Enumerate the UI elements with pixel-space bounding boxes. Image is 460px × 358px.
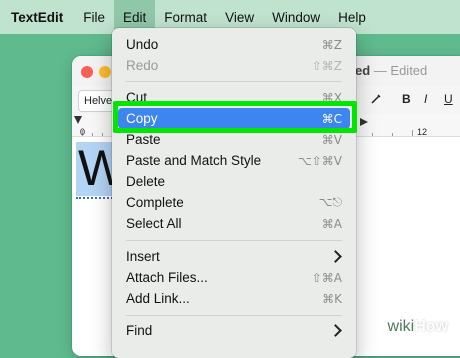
menu-item-label: Undo <box>126 37 159 52</box>
menu-file[interactable]: File <box>74 0 114 34</box>
copy-highlight-box <box>113 101 357 133</box>
menu-item-attach-files[interactable]: Attach Files... ⇧⌘A <box>118 267 350 288</box>
menu-item-paste-and-match-style[interactable]: Paste and Match Style ⌥⇧⌘V <box>118 150 350 171</box>
ruler-tick <box>102 133 103 136</box>
close-window-button[interactable] <box>81 66 93 78</box>
menu-item-shortcut: ⌘A <box>321 216 342 231</box>
menu-item-shortcut: ⇧⌘A <box>311 270 342 285</box>
menu-item-delete[interactable]: Delete <box>118 171 350 192</box>
menu-item-add-link[interactable]: Add Link... ⌘K <box>118 288 350 309</box>
chevron-right-icon <box>329 324 342 337</box>
watermark-how: How <box>414 318 448 335</box>
menu-item-label: Redo <box>126 58 159 73</box>
menu-item-shortcut: ⌥⎋ <box>318 195 342 209</box>
underline-button[interactable]: U <box>444 92 453 106</box>
menu-item-shortcut: ⌥⇧⌘V <box>297 153 342 168</box>
window-title-edited: — Edited <box>373 63 428 78</box>
window-title: ed — Edited <box>355 63 427 78</box>
menu-item-redo: Redo ⇧⌘Z <box>118 55 350 76</box>
menu-item-insert[interactable]: Insert <box>118 246 350 267</box>
chevron-right-icon <box>329 250 342 263</box>
ruler-tick <box>412 130 413 136</box>
menu-item-label: Select All <box>126 216 182 231</box>
menu-item-label: Complete <box>126 195 184 210</box>
menu-item-shortcut: ⇧⌘Z <box>311 58 342 73</box>
ruler-number: 12 <box>417 127 428 137</box>
ruler-number: 0 <box>80 127 86 137</box>
ruler-tick <box>392 133 393 136</box>
menu-item-shortcut: ⌘V <box>321 132 342 147</box>
menu-item-label: Add Link... <box>126 291 190 306</box>
menu-item-shortcut: ⌘Z <box>321 37 342 52</box>
menu-item-label: Find <box>126 323 153 338</box>
menu-item-complete[interactable]: Complete ⌥⎋ <box>118 192 350 213</box>
left-indent-marker[interactable] <box>74 116 82 124</box>
bold-button[interactable]: B <box>402 92 411 106</box>
menu-item-label: Paste <box>126 132 161 147</box>
ruler-tick <box>92 133 93 136</box>
menu-item-label: Attach Files... <box>126 270 208 285</box>
window-title-name: ed <box>355 63 371 78</box>
menu-item-shortcut: ⌘K <box>322 291 342 306</box>
minimize-window-button[interactable] <box>99 66 111 78</box>
watermark-wiki: wiki <box>387 318 415 335</box>
menu-item-label: Insert <box>126 249 160 264</box>
wikihow-watermark: wiki How <box>381 315 454 339</box>
ruler-tick <box>372 133 373 136</box>
menu-separator <box>126 81 342 82</box>
menu-separator <box>126 315 342 316</box>
italic-button[interactable]: I <box>424 92 427 106</box>
tab-stop-marker[interactable] <box>360 118 372 126</box>
edit-menu-dropdown: Undo ⌘Z Redo ⇧⌘Z Cut ⌘X Copy ⌘C Paste ⌘V… <box>112 28 356 358</box>
menu-textedit[interactable]: TextEdit <box>0 0 74 34</box>
menu-item-label: Delete <box>126 174 166 189</box>
selected-text[interactable]: W <box>76 140 125 196</box>
menu-item-undo[interactable]: Undo ⌘Z <box>118 34 350 55</box>
menu-item-find[interactable]: Find <box>118 320 350 341</box>
menu-separator <box>126 240 342 241</box>
pen-icon[interactable] <box>370 93 382 105</box>
menu-item-select-all[interactable]: Select All ⌘A <box>118 213 350 234</box>
spelling-underline <box>76 197 116 199</box>
menu-item-label: Paste and Match Style <box>126 153 262 168</box>
